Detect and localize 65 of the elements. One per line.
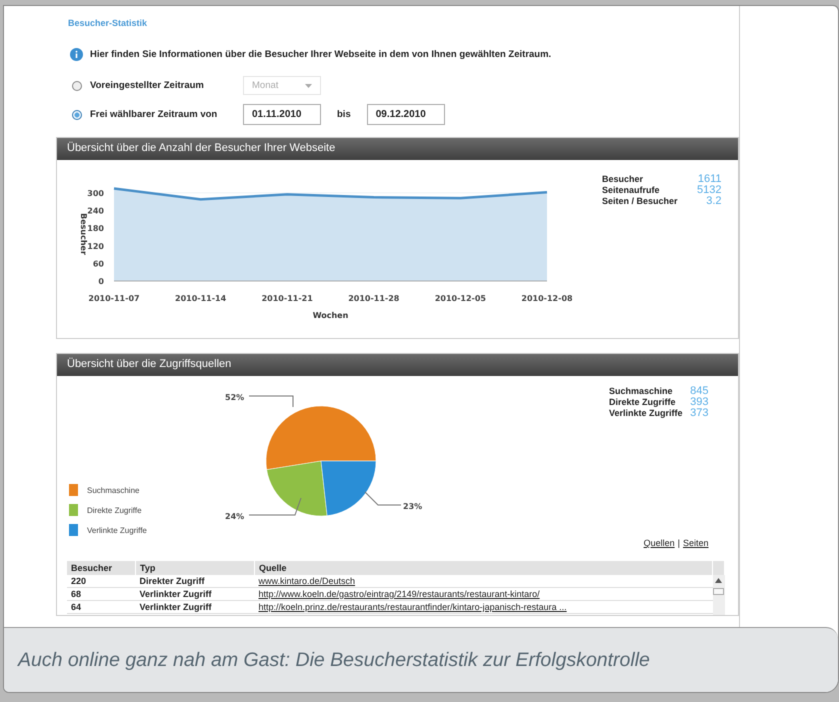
option-label: Frei wählbarer Zeitraum von: [90, 109, 218, 120]
table-cell: Verlinkter Zugriff: [136, 588, 254, 600]
stat-value: 1611: [696, 174, 722, 185]
stat-value: 373: [689, 408, 709, 419]
stat-label: Direkte Zugriffe: [609, 397, 677, 408]
stat-value: 5132: [696, 185, 722, 196]
view-link[interactable]: Seiten: [683, 538, 709, 548]
date-field[interactable]: 01.11.2010: [243, 104, 321, 125]
y-tick-label: 240: [87, 206, 104, 216]
column-header[interactable]: Typ: [136, 561, 254, 575]
y-axis-title: Besucher: [79, 213, 88, 255]
radio-button[interactable]: [72, 110, 82, 120]
table-cell: 220: [67, 575, 136, 588]
stat-label: Seiten / Besucher: [602, 196, 678, 207]
caption: Auch online ganz nah am Gast: Die Besucherstatistik zur Erfolgskontrolle: [4, 627, 838, 692]
legend-label: Suchmaschine: [87, 486, 140, 494]
range-separator: bis: [337, 109, 351, 120]
x-tick-label: 2010-12-08: [521, 294, 573, 303]
stat-label: Verlinkte Zugriffe: [609, 408, 683, 419]
percent-label: 52%: [225, 393, 244, 402]
y-tick-label: 120: [87, 242, 104, 251]
source-link[interactable]: http://koeln.prinz.de/restaurants/restaurantfinder/kintaro-japanisch-restaura ...: [258, 602, 567, 612]
option-label: Voreingestellter Zeitraum: [90, 80, 205, 91]
table-cell: Verlinkter Zugriff: [136, 600, 254, 614]
table-cell: Direkter Zugriff: [136, 575, 254, 588]
date-field[interactable]: 09.12.2010: [366, 104, 445, 125]
link-separator: |: [678, 538, 680, 548]
view-link[interactable]: Quellen: [644, 538, 675, 548]
page-title: Besucher-Statistik: [68, 18, 148, 28]
table-cell: 64: [67, 600, 136, 614]
legend-label: Direkte Zugriffe: [87, 506, 142, 514]
stat-value: 393: [689, 397, 709, 408]
leader-line: [248, 498, 302, 516]
x-tick-label: 2010-11-28: [348, 294, 400, 303]
percent-label: 24%: [225, 512, 244, 521]
stat-label: Seitenaufrufe: [602, 185, 661, 196]
section-header: Übersicht über die Anzahl der Besucher Ihrer Webseite: [57, 138, 738, 160]
info-text: Hier finden Sie Informationen über die Besucher Ihrer Webseite in dem von Ihnen gewählten Zeitraum.: [90, 49, 552, 60]
info-icon: [70, 48, 83, 61]
column-header[interactable]: Besucher: [67, 561, 136, 575]
section-header: Übersicht über die Zugriffsquellen: [57, 354, 738, 376]
x-tick-label: 2010-11-14: [175, 294, 226, 303]
column-header[interactable]: Quelle: [254, 561, 712, 575]
stat-label: Suchmaschine: [609, 386, 674, 397]
leader-line: [248, 396, 294, 408]
y-tick-label: 180: [87, 224, 104, 234]
source-link[interactable]: www.kintaro.de/Deutsch: [258, 576, 356, 586]
x-tick-label: 2010-11-21: [262, 294, 313, 303]
scroll-thumb[interactable]: [713, 588, 724, 595]
y-tick-label: 60: [92, 259, 104, 268]
y-tick-label: 0: [98, 277, 104, 286]
x-tick-label: 2010-11-07: [88, 294, 140, 303]
y-tick-label: 300: [87, 188, 104, 198]
percent-label: 23%: [403, 502, 422, 511]
stat-value: 845: [689, 386, 709, 397]
legend-label: Verlinkte Zugriffe: [87, 526, 147, 534]
leader-line: [364, 492, 402, 506]
table-cell: 68: [67, 588, 136, 600]
stat-value: 3.2: [705, 196, 722, 207]
x-tick-label: 2010-12-05: [434, 294, 486, 303]
stat-label: Besucher: [602, 174, 644, 185]
x-axis-title: Wochen: [312, 311, 348, 320]
scroll-up-icon[interactable]: [715, 578, 722, 583]
caret-icon: [305, 84, 312, 88]
source-link[interactable]: http://www.koeln.de/gastro/eintrag/2149/restaurants/restaurant-kintaro/: [258, 589, 540, 599]
